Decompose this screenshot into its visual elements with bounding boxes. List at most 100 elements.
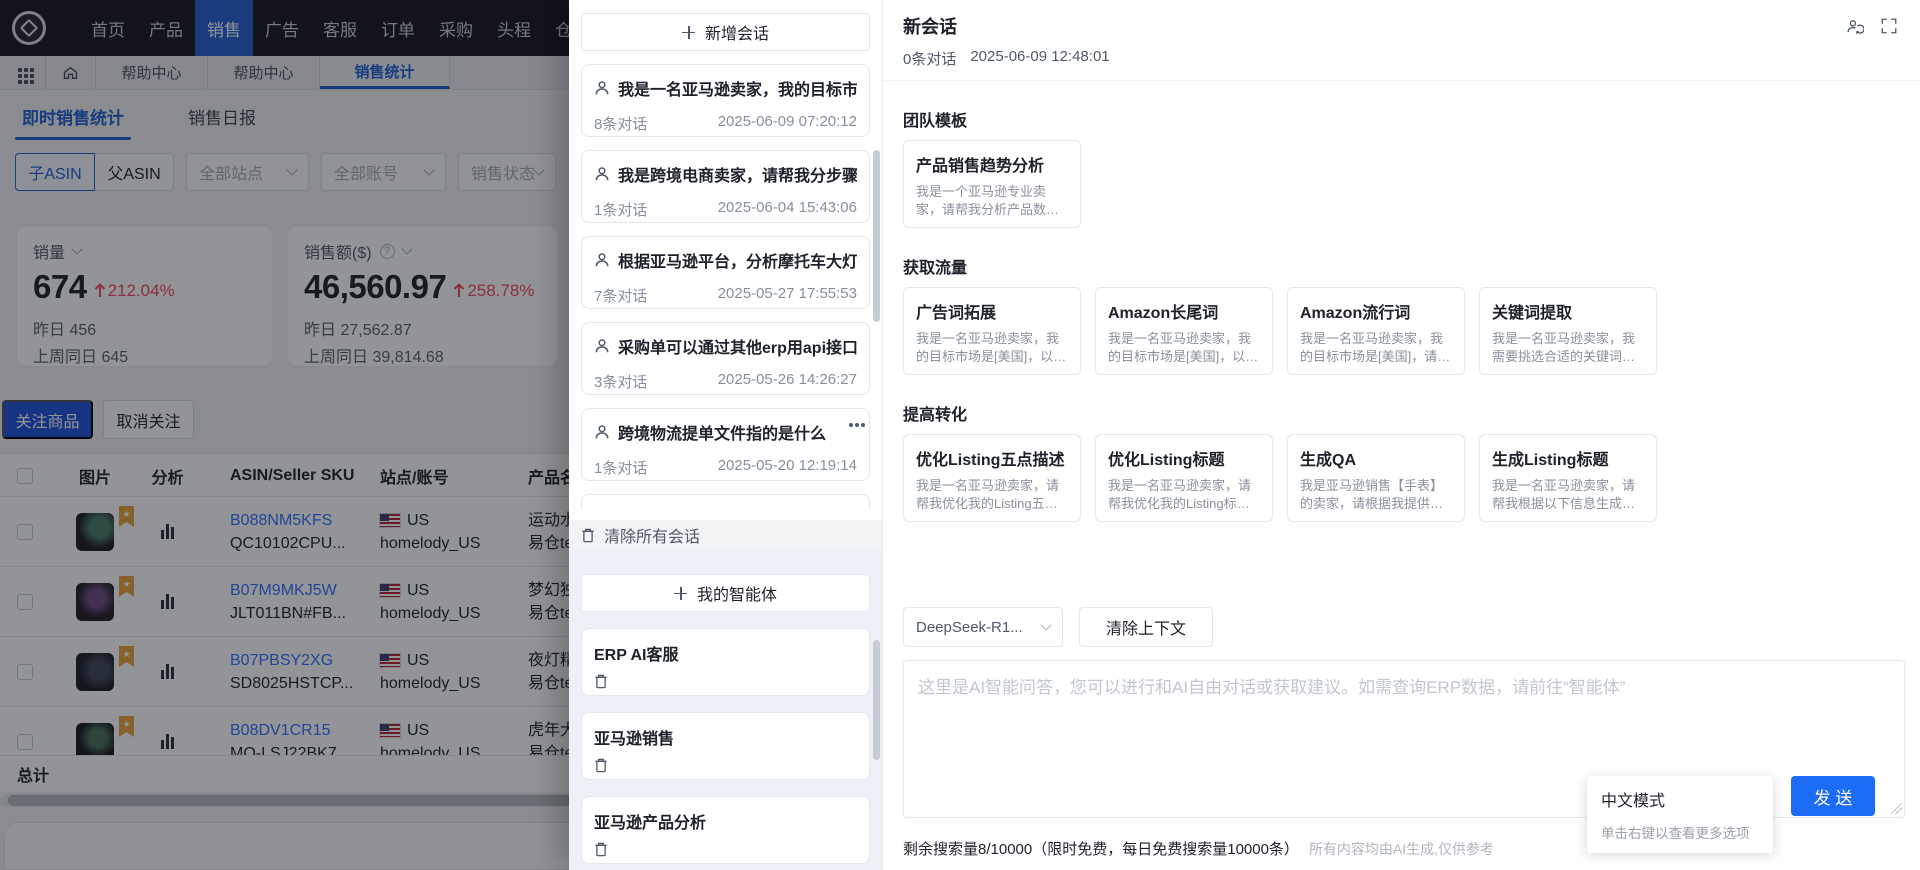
ai-assistant-drawer: 新增会话 我是一名亚马逊卖家，我的目标市 8条对话 2025-06-09 07:2…: [569, 0, 1920, 870]
trash-icon: [595, 842, 607, 857]
session-item[interactable]: 我是一名亚马逊卖家，我的目标市 8条对话 2025-06-09 07:20:12: [581, 64, 870, 137]
clear-context-button[interactable]: 清除上下文: [1079, 607, 1213, 647]
plus-icon: [673, 586, 687, 600]
agent-history-icon[interactable]: [1845, 17, 1864, 36]
session-item[interactable]: 采购单可以通过其他erp用api接口 3条对话 2025-05-26 14:26:…: [581, 322, 870, 395]
session-count: 1条对话: [594, 460, 648, 477]
session-title: 根据亚马逊平台，分析摩托车大灯: [618, 254, 857, 271]
session-time: 2025-05-26 14:26:27: [717, 371, 857, 388]
template-card[interactable]: 关键词提取 我是一名亚马逊卖家，我需要挑选合适的关键词用于广...: [1479, 287, 1657, 375]
new-session-label: 新增会话: [704, 26, 769, 43]
template-desc: 我是一名亚马逊卖家，我需要挑选合适的关键词用于广...: [1492, 331, 1636, 364]
template-title: 产品销售趋势分析: [916, 158, 1045, 175]
session-menu-icon[interactable]: [855, 423, 859, 427]
delete-agent-button[interactable]: [594, 674, 608, 689]
template-card[interactable]: 优化Listing标题 我是一名亚马逊卖家，请帮我优化我的Listing标题。要…: [1095, 434, 1273, 522]
hint-mode-label: 中文模式: [1601, 793, 1666, 810]
template-title: Amazon流行词: [1300, 305, 1411, 322]
agent-card[interactable]: ERP AI客服: [581, 628, 870, 696]
section-improve-conversion: 提高转化: [903, 407, 968, 424]
clear-all-label: 清除所有会话: [604, 529, 701, 546]
template-title: 优化Listing五点描述: [916, 452, 1065, 469]
trash-icon: [595, 758, 607, 773]
model-select[interactable]: DeepSeek-R1...: [903, 607, 1063, 647]
session-item[interactable]: 我是跨境电商卖家，请帮我分步骤 1条对话 2025-06-04 15:43:06: [581, 150, 870, 223]
template-desc: 我是一名亚马逊卖家，我的目标市场是[美国]，请帮我...: [1300, 331, 1451, 364]
person-icon: [595, 253, 609, 267]
template-card[interactable]: 生成QA 我是亚马逊销售【手表】的卖家，请根据我提供的商品...: [1287, 434, 1465, 522]
session-item[interactable]: 跨境物流提单文件指的是什么 1条对话 2025-05-20 12:19:14: [581, 408, 870, 481]
template-card[interactable]: Amazon流行词 我是一名亚马逊卖家，我的目标市场是[美国]，请帮我...: [1287, 287, 1465, 375]
person-icon: [595, 339, 609, 353]
resize-handle[interactable]: [1891, 803, 1902, 814]
template-title: 生成QA: [1300, 452, 1357, 469]
session-time: 2025-05-27 17:55:53: [717, 285, 857, 302]
trash-icon: [595, 674, 607, 689]
template-title: 生成Listing标题: [1492, 452, 1609, 469]
ai-disclaimer-text: 所有内容均由AI生成,仅供参考: [1308, 840, 1495, 857]
template-card[interactable]: 广告词拓展 我是一名亚马逊卖家，我的目标市场是[美国]，以下是...: [903, 287, 1081, 375]
session-count: 1条对话: [594, 202, 648, 219]
template-desc: 我是亚马逊销售【手表】的卖家，请根据我提供的商品...: [1300, 478, 1444, 511]
template-area: 团队模板 产品销售趋势分析 我是一个亚马逊专业卖家，请帮我分析产品数据，要有..…: [883, 107, 1920, 522]
template-card[interactable]: 生成Listing标题 我是一名亚马逊卖家，请帮我根据以下信息生成我的...: [1479, 434, 1657, 522]
template-title: Amazon长尾词: [1108, 305, 1219, 322]
session-list-scrollbar[interactable]: [873, 150, 880, 322]
template-desc: 我是一个亚马逊专业卖家，请帮我分析产品数据，要有...: [916, 184, 1047, 217]
agent-card[interactable]: 亚马逊销售: [581, 712, 870, 780]
person-icon: [595, 167, 609, 181]
model-select-value: DeepSeek-R1...: [916, 618, 1023, 636]
session-count: 8条对话: [594, 116, 648, 133]
session-item[interactable]: 根据亚马逊平台，分析摩托车大灯 7条对话 2025-05-27 17:55:53: [581, 236, 870, 309]
delete-agent-button[interactable]: [594, 758, 608, 773]
clear-all-sessions-button[interactable]: 清除所有会话: [569, 520, 882, 550]
session-item-partial[interactable]: [581, 494, 870, 508]
template-desc: 我是一名亚马逊卖家，我的目标市场是[美国]，以下是...: [1108, 331, 1259, 364]
send-button[interactable]: 发 送: [1791, 776, 1875, 816]
session-time: 2025-06-04 15:43:06: [717, 199, 857, 216]
context-hint-popover: 中文模式 单击右键以查看更多选项: [1587, 776, 1773, 853]
agents-section: 我的智能体 ERP AI客服 亚马逊销售 亚马逊产品分析: [569, 550, 882, 870]
plus-icon: [681, 25, 695, 39]
dialog-count: 0条对话: [903, 51, 957, 68]
session-timestamp: 2025-06-09 12:48:01: [970, 48, 1110, 65]
template-title: 关键词提取: [1492, 305, 1573, 322]
template-card[interactable]: 产品销售趋势分析 我是一个亚马逊专业卖家，请帮我分析产品数据，要有...: [903, 140, 1081, 228]
template-desc: 我是一名亚马逊卖家，我的目标市场是[美国]，以下是...: [916, 331, 1067, 364]
template-card[interactable]: Amazon长尾词 我是一名亚马逊卖家，我的目标市场是[美国]，以下是...: [1095, 287, 1273, 375]
search-quota-text: 剩余搜索量8/10000（限时免费，每日免费搜索量10000条）: [903, 841, 1299, 858]
ai-chat-panel: 新会话 0条对话 2025-06-09 12:48:01 团队模板 产品销售趋势…: [882, 0, 1920, 870]
template-desc: 我是一名亚马逊卖家，请帮我优化我的Listing标题。要...: [1108, 478, 1252, 511]
session-title: 跨境物流提单文件指的是什么: [618, 426, 827, 443]
my-agents-button[interactable]: 我的智能体: [581, 574, 870, 612]
agent-card[interactable]: 亚马逊产品分析: [581, 796, 870, 864]
trash-icon: [582, 528, 594, 542]
session-count: 3条对话: [594, 374, 648, 391]
new-session-button[interactable]: 新增会话: [581, 13, 870, 51]
composer-area: DeepSeek-R1... 清除上下文 剩余搜索量8/10000（限时免费，每…: [903, 607, 1905, 870]
section-team-templates: 团队模板: [903, 113, 968, 130]
session-time: 2025-05-20 12:19:14: [717, 457, 857, 474]
person-icon: [595, 425, 609, 439]
template-desc: 我是一名亚马逊卖家，请帮我根据以下信息生成我的...: [1492, 478, 1636, 511]
session-title: 我是跨境电商卖家，请帮我分步骤: [618, 168, 857, 185]
fullscreen-icon[interactable]: [1880, 17, 1898, 36]
my-agents-label: 我的智能体: [696, 587, 777, 604]
template-desc: 我是一名亚马逊卖家，请帮我优化我的Listing五点描述...: [916, 478, 1060, 511]
chevron-down-icon: [1040, 619, 1052, 631]
agent-name: 亚马逊产品分析: [594, 815, 707, 832]
session-heading: 新会话: [903, 17, 957, 37]
template-title: 优化Listing标题: [1108, 452, 1225, 469]
agent-name: 亚马逊销售: [594, 731, 675, 748]
session-list-panel: 新增会话 我是一名亚马逊卖家，我的目标市 8条对话 2025-06-09 07:2…: [569, 0, 882, 870]
agents-scrollbar[interactable]: [873, 640, 880, 760]
person-icon: [595, 81, 609, 95]
session-time: 2025-06-09 07:20:12: [717, 113, 857, 130]
session-count: 7条对话: [594, 288, 648, 305]
hint-rightclick-label: 单击右键以查看更多选项: [1601, 826, 1750, 841]
session-title: 采购单可以通过其他erp用api接口: [618, 340, 857, 357]
session-title: 我是一名亚马逊卖家，我的目标市: [618, 82, 857, 99]
template-card[interactable]: 优化Listing五点描述 我是一名亚马逊卖家，请帮我优化我的Listing五点…: [903, 434, 1081, 522]
delete-agent-button[interactable]: [594, 842, 608, 857]
agent-name: ERP AI客服: [594, 647, 679, 664]
